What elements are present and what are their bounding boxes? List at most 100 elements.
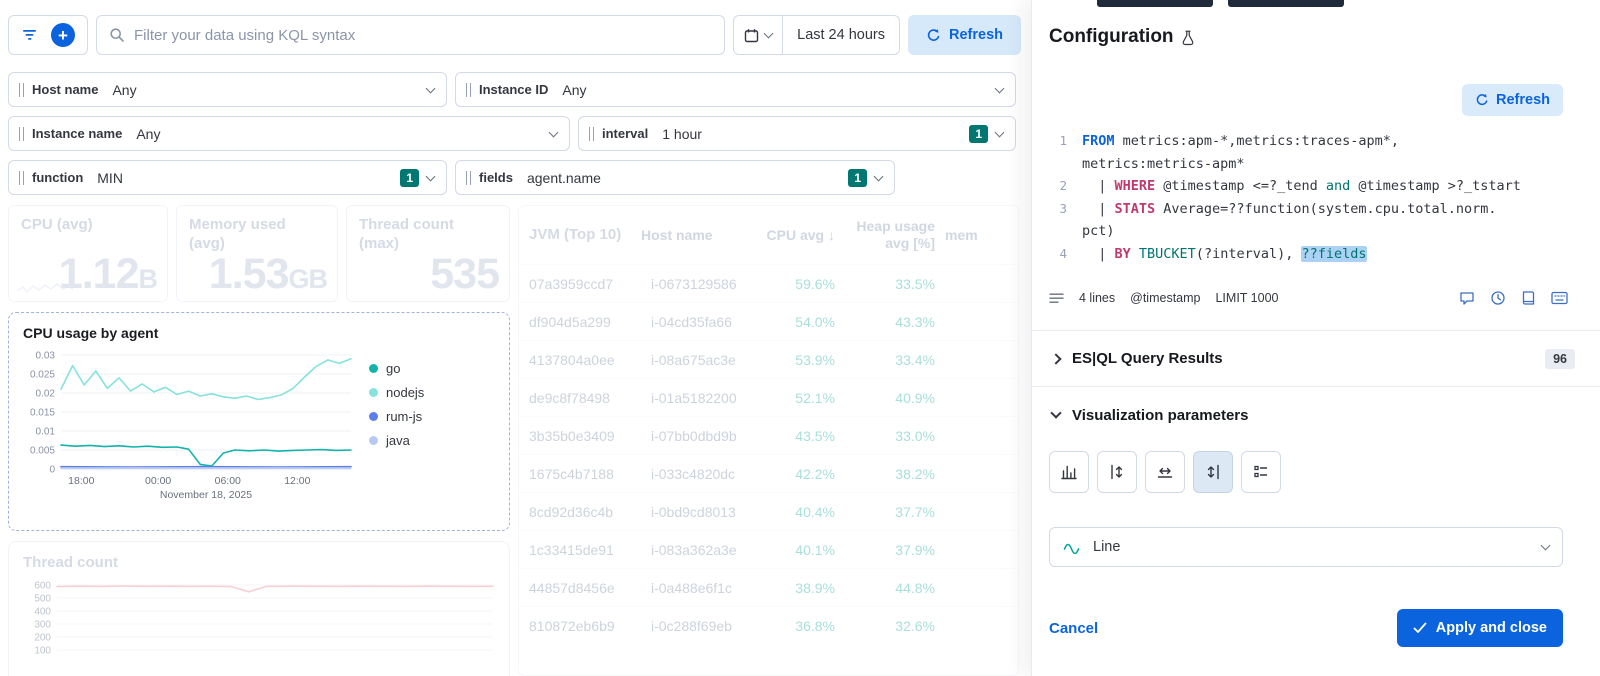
right-axis-settings-button[interactable] [1193, 451, 1233, 493]
table-row: 8cd92d36c4b i-0bd9cd8013 40.4% 37.7% [519, 492, 1018, 530]
control-host-name[interactable]: Host name Any [8, 72, 447, 107]
app-screen: + Last 24 hour [0, 0, 1600, 676]
esql-editor[interactable]: 1 FROM metrics:apm-*,metrics:traces-apm*,… [1049, 130, 1563, 265]
table-row: 810872eb6b9 i-0c288f69eb 36.8% 32.6% [519, 606, 1018, 644]
refresh-button[interactable]: Refresh [908, 15, 1021, 55]
apply-label: Apply and close [1435, 620, 1547, 636]
cpu-avg: 40.1% [795, 541, 835, 558]
jvm-id: 8cd92d36c4b [529, 503, 614, 520]
configuration-flyout: Configuration Refresh 1 FROM metrics:apm-… [1031, 0, 1600, 676]
legend-dot [369, 436, 378, 445]
breakdown-settings-button[interactable] [1049, 451, 1089, 493]
left-axis-settings-button[interactable] [1097, 451, 1137, 493]
bar-chart-icon [1061, 465, 1077, 480]
cpu-chart-body: 0.03 0.025 0.02 0.015 0.01 0.005 0 18:00 00:00 06… [23, 347, 495, 507]
legend-item-nodejs[interactable]: nodejs [369, 385, 424, 400]
time-range-button[interactable]: Last 24 hours [783, 16, 899, 54]
esql-results-toggle[interactable]: ES|QL Query Results 96 [1032, 330, 1600, 387]
kql-search-box[interactable] [96, 15, 726, 55]
metric-unit: GB [288, 264, 328, 294]
esql-code: 1 FROM metrics:apm-*,metrics:traces-apm*,… [1059, 133, 1521, 262]
cpu-avg: 53.9% [795, 351, 835, 368]
cpu-avg: 40.4% [795, 503, 835, 520]
svg-text:12:00: 12:00 [284, 475, 310, 487]
table-row: 44857d8456e i-0a488e6f1c 38.9% 44.8% [519, 568, 1018, 606]
refresh-label: Refresh [949, 27, 1003, 43]
host-name: i-0673129586 [651, 275, 737, 292]
svg-text:600: 600 [34, 581, 51, 592]
chart-type-select[interactable]: Line [1049, 527, 1563, 567]
editor-lines-icon [1049, 293, 1064, 303]
control-function[interactable]: function MIN 1 [8, 160, 447, 195]
cpu-usage-chart: 0.03 0.025 0.02 0.015 0.01 0.005 0 18:00 00:00 06… [30, 351, 352, 501]
cpu-avg: 59.6% [795, 275, 835, 292]
cpu-usage-by-agent-panel: CPU usage by agent 0.03 0.025 0.02 0.015 0.0… [8, 312, 510, 531]
legend-item-go[interactable]: go [369, 361, 424, 376]
metric-number: 535 [430, 250, 500, 298]
filter-button-group[interactable]: + [8, 15, 88, 55]
cancel-button[interactable]: Cancel [1049, 620, 1098, 637]
legend-dot [369, 412, 378, 421]
svg-text:100: 100 [34, 646, 51, 657]
flyout-refresh-button[interactable]: Refresh [1462, 84, 1563, 116]
column-header-host[interactable]: Host name [641, 227, 753, 243]
svg-text:500: 500 [34, 594, 51, 605]
host-name: i-083a362a3e [651, 541, 737, 558]
time-range-label: Last 24 hours [797, 27, 885, 43]
add-filter-button[interactable]: + [51, 23, 75, 47]
thread-count-chart: 600 500 400 300 200 100 [34, 581, 494, 657]
calendar-menu-button[interactable] [734, 16, 784, 54]
count-badge: 1 [969, 124, 988, 143]
chevron-down-icon [425, 171, 436, 181]
shortcuts-icon[interactable] [1551, 291, 1568, 305]
control-value: Any [112, 81, 137, 98]
cpu-avg: 54.0% [795, 313, 835, 330]
metric-value: 1.53GB [208, 250, 328, 299]
line-chart-icon [1063, 543, 1080, 554]
host-name: i-0a488e6f1c [651, 579, 732, 596]
jvm-top10-table: JVM (Top 10) Host name CPU avg ↓ Heap us… [518, 205, 1019, 676]
metric-panel-thread-count: Thread count (max) 535 [346, 205, 510, 302]
control-instance-id[interactable]: Instance ID Any [455, 72, 1016, 107]
column-header-cpu[interactable]: CPU avg ↓ [753, 227, 845, 243]
drag-handle-icon [466, 170, 471, 185]
panel-title: CPU usage by agent [23, 325, 159, 341]
table-row: 07a3959ccd7 i-0673129586 59.6% 33.5% [519, 264, 1018, 302]
control-label: fields [479, 170, 513, 185]
svg-text:300: 300 [34, 620, 51, 631]
cpu-avg: 42.2% [795, 465, 835, 482]
control-fields[interactable]: fields agent.name 1 [455, 160, 895, 195]
drag-handle-icon [589, 126, 594, 141]
control-label: Instance ID [479, 82, 549, 97]
check-icon [1413, 622, 1427, 633]
axis-right-icon [1207, 464, 1219, 480]
host-name: i-08a675ac3e [651, 351, 736, 368]
control-interval[interactable]: interval 1 hour 1 [578, 116, 1016, 151]
legend-settings-button[interactable] [1241, 451, 1281, 493]
host-name: i-07bb0dbd9b [651, 427, 737, 444]
tech-preview-icon [1182, 30, 1193, 46]
host-name: i-04cd35fa66 [651, 313, 732, 330]
legend-item-java[interactable]: java [369, 433, 424, 448]
legend-item-rum-js[interactable]: rum-js [369, 409, 424, 424]
visualization-parameters-toggle[interactable]: Visualization parameters [1032, 388, 1600, 442]
column-header-mem[interactable]: mem [945, 227, 1018, 243]
feedback-icon[interactable] [1459, 291, 1475, 306]
metric-panel-cpu-avg: CPU (avg) 1.12B [8, 205, 168, 302]
control-label: Host name [32, 82, 99, 97]
search-input[interactable] [134, 26, 713, 44]
column-header-heap[interactable]: Heap usage avg [%] [845, 218, 945, 253]
history-icon[interactable] [1490, 290, 1506, 306]
host-name: i-01a5182200 [651, 389, 737, 406]
control-instance-name[interactable]: Instance name Any [8, 116, 570, 151]
bottom-axis-settings-button[interactable] [1145, 451, 1185, 493]
reference-docs-icon[interactable] [1521, 290, 1536, 306]
apply-and-close-button[interactable]: Apply and close [1396, 609, 1563, 647]
timestamp-field-label: @timestamp [1130, 291, 1201, 305]
limit-label: LIMIT 1000 [1215, 291, 1279, 305]
svg-text:0.025: 0.025 [30, 370, 55, 381]
flyout-header: Configuration [1049, 26, 1195, 48]
count-badge: 1 [848, 168, 867, 187]
metric-number: 1.53 [208, 250, 290, 298]
heap-usage: 44.8% [895, 579, 935, 596]
